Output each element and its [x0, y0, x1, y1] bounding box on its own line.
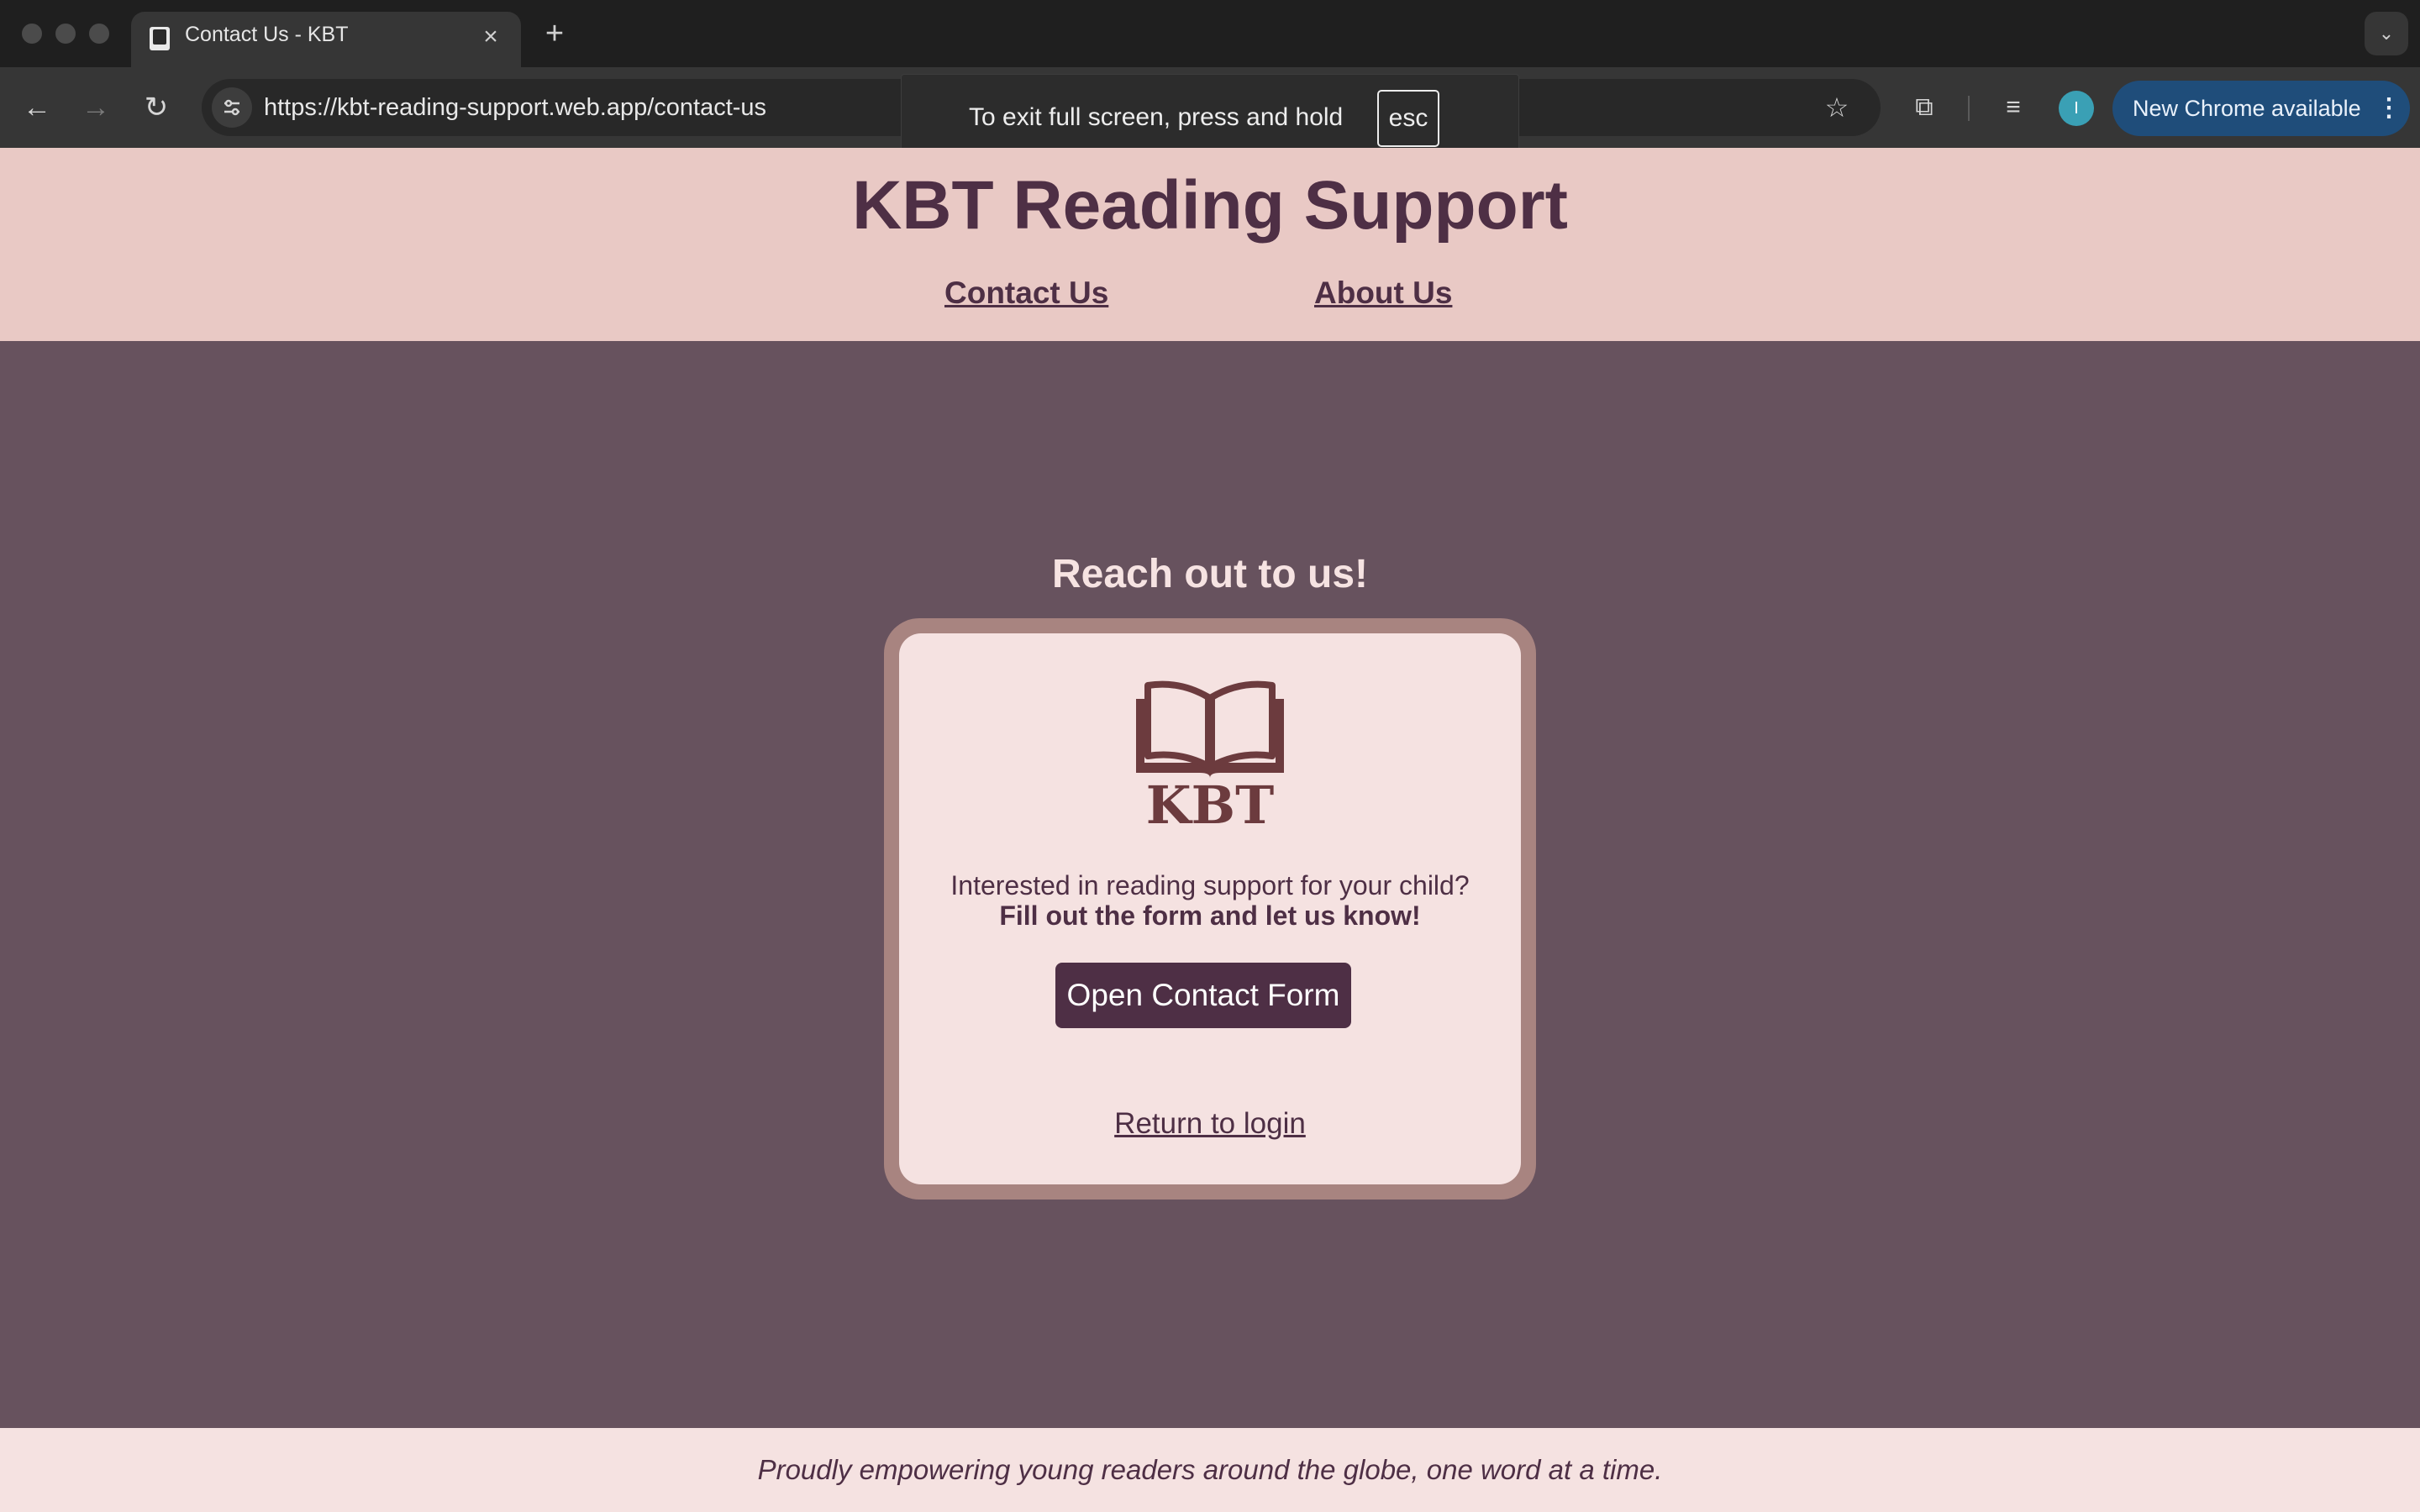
contact-card: KBT Interested in reading support for yo… — [899, 633, 1521, 1184]
close-icon[interactable]: × — [476, 22, 506, 52]
url-text[interactable]: https://kbt-reading-support.web.app/cont… — [264, 79, 766, 136]
window-minimize-button[interactable] — [55, 24, 76, 44]
chevron-down-icon[interactable]: ⌄ — [2365, 12, 2408, 55]
page-heading: Reach out to us! — [1051, 552, 1368, 596]
logo-text: KBT — [1145, 774, 1275, 836]
arrow-left-icon[interactable]: ← — [15, 86, 59, 129]
window-close-button[interactable] — [22, 24, 42, 44]
nav-link-about-us[interactable]: About Us — [1314, 276, 1452, 311]
open-contact-form-button[interactable]: Open Contact Form — [1055, 963, 1351, 1028]
profile-avatar[interactable]: I — [2059, 91, 2094, 126]
plus-icon[interactable]: + — [538, 15, 571, 52]
update-label: New Chrome available — [2133, 96, 2361, 121]
book-icon — [150, 27, 170, 50]
reload-icon[interactable]: ↻ — [134, 86, 178, 129]
arrow-right-icon[interactable]: → — [74, 86, 118, 129]
contact-card-frame: KBT Interested in reading support for yo… — [884, 618, 1536, 1200]
media-controls-icon[interactable]: ≡ — [1991, 86, 2035, 129]
browser-tab[interactable]: Contact Us - KBT × — [131, 12, 521, 67]
toolbar-divider — [1968, 96, 1970, 121]
window-maximize-button[interactable] — [89, 24, 109, 44]
star-icon[interactable]: ☆ — [1817, 87, 1857, 128]
tab-title: Contact Us - KBT — [185, 23, 349, 46]
site-header: KBT Reading Support Contact Us About Us — [0, 148, 2420, 341]
site-footer: Proudly empowering young readers around … — [0, 1428, 2420, 1512]
card-cta-text: Fill out the form and let us know! — [999, 900, 1421, 931]
new-chrome-available-button[interactable]: New Chrome available ⋮ — [2112, 81, 2410, 136]
tune-icon[interactable] — [212, 87, 252, 128]
card-intro-text: Interested in reading support for your c… — [950, 870, 1470, 900]
site-title: KBT Reading Support — [852, 167, 1568, 244]
extensions-icon[interactable]: ⧉ — [1902, 86, 1946, 129]
more-vert-icon[interactable]: ⋮ — [2376, 81, 2402, 136]
footer-tagline: Proudly empowering young readers around … — [757, 1454, 1663, 1485]
tab-strip: Contact Us - KBT × + ⌄ — [0, 0, 2420, 67]
fullscreen-exit-notice: To exit full screen, press and hold esc — [901, 74, 1519, 160]
return-to-login-link[interactable]: Return to login — [899, 1107, 1521, 1141]
nav-link-contact-us[interactable]: Contact Us — [944, 276, 1108, 311]
esc-key-badge: esc — [1377, 90, 1439, 147]
